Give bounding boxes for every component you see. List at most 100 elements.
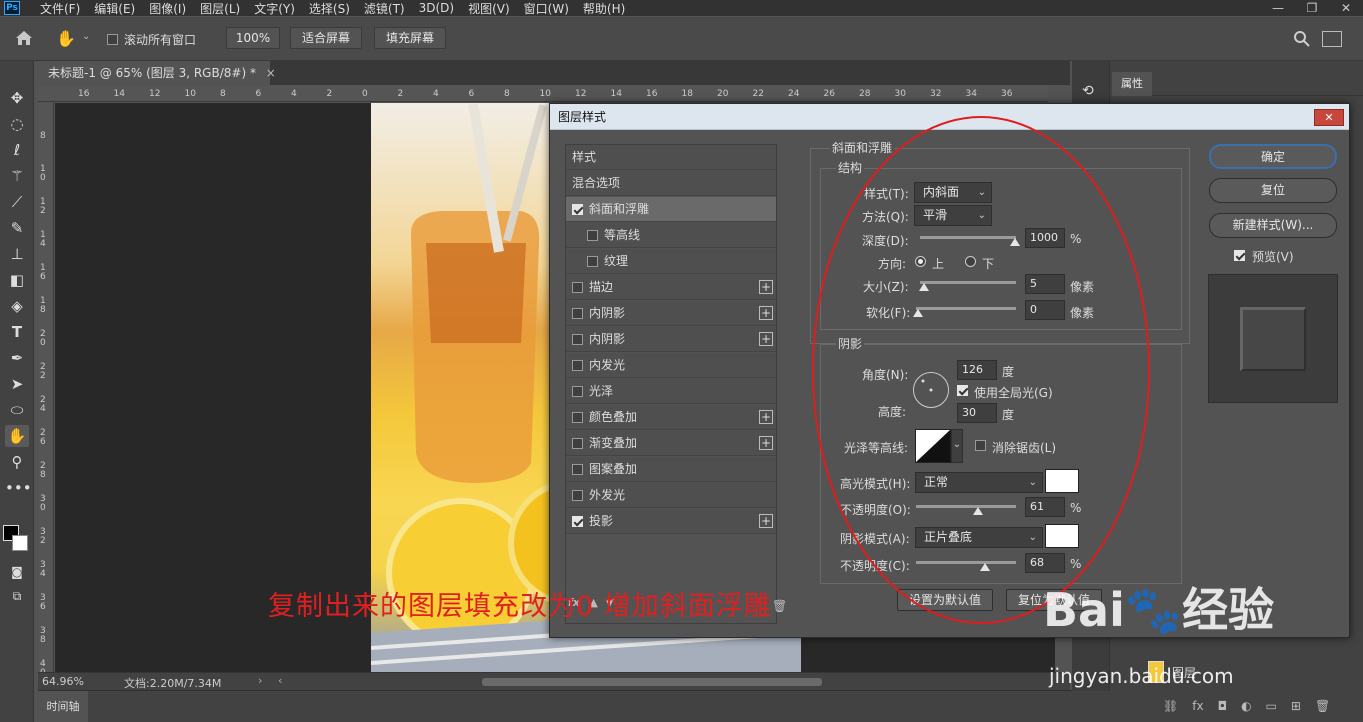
fill-screen-button[interactable]: 填充屏幕 — [374, 27, 446, 49]
menu-filter[interactable]: 滤镜(T) — [364, 0, 405, 17]
style-item-checkbox[interactable] — [572, 308, 583, 319]
menu-window[interactable]: 窗口(W) — [524, 0, 569, 17]
ellipse-tool-icon[interactable]: ⬭ — [5, 399, 29, 421]
mask-icon[interactable]: ◘ — [1218, 699, 1228, 713]
magic-wand-icon[interactable]: ⚚ — [5, 165, 29, 187]
close-tab-icon[interactable]: × — [266, 66, 276, 80]
screen-mode-icon[interactable]: ⧉ — [5, 585, 29, 607]
menu-image[interactable]: 图像(I) — [149, 0, 186, 17]
fx-icon[interactable]: fx — [1192, 699, 1203, 713]
menu-help[interactable]: 帮助(H) — [583, 0, 625, 17]
style-item-checkbox[interactable] — [572, 386, 583, 397]
style-item[interactable]: 渐变叠加 + — [566, 431, 776, 456]
style-item[interactable]: 内发光 — [566, 353, 776, 378]
style-item-checkbox[interactable] — [572, 490, 583, 501]
style-item[interactable]: 等高线 — [566, 223, 776, 248]
add-style-icon[interactable]: + — [759, 410, 773, 424]
delete-style-icon[interactable]: 🗑 — [772, 599, 787, 613]
group-icon[interactable]: ▭ — [1266, 699, 1277, 713]
reset-button[interactable]: 复位 — [1209, 178, 1337, 203]
workspace-icon[interactable] — [1322, 31, 1342, 47]
style-item[interactable]: 内阴影 + — [566, 327, 776, 352]
menu-layer[interactable]: 图层(L) — [200, 0, 240, 17]
new-layer-icon[interactable]: ⊞ — [1291, 699, 1301, 713]
marquee-tool-icon[interactable]: ◌ — [5, 113, 29, 135]
menu-type[interactable]: 文字(Y) — [254, 0, 295, 17]
zoom-level[interactable]: 64.96% — [42, 675, 84, 688]
trash-icon[interactable]: 🗑 — [1315, 699, 1330, 713]
style-item[interactable]: 斜面和浮雕 — [566, 197, 776, 222]
more-tools-icon[interactable]: ••• — [5, 477, 32, 499]
style-item-checkbox[interactable] — [572, 282, 583, 293]
preview-checkbox[interactable] — [1234, 250, 1245, 261]
eraser-tool-icon[interactable]: ◧ — [5, 269, 29, 291]
style-item-checkbox[interactable] — [572, 464, 583, 475]
hand-tool-icon[interactable]: ✋ — [56, 29, 80, 49]
timeline-tab[interactable]: 时间轴 — [38, 691, 88, 722]
new-style-button[interactable]: 新建样式(W)... — [1209, 213, 1337, 238]
history-icon[interactable]: ⟲ — [1082, 83, 1094, 99]
status-bar: 64.96% 文档:2.20M/7.34M › ‹ — [38, 672, 1070, 690]
properties-tab[interactable]: 属性 — [1112, 72, 1152, 96]
move-tool-icon[interactable]: ✥ — [5, 87, 29, 109]
zoom-tool-icon[interactable]: ⚲ — [5, 451, 29, 473]
menu-select[interactable]: 选择(S) — [309, 0, 350, 17]
style-item[interactable]: 颜色叠加 + — [566, 405, 776, 430]
document-tab[interactable]: 未标题-1 @ 65% (图层 3, RGB/8#) * × — [38, 61, 276, 85]
pen-tool-icon[interactable]: ✒ — [5, 347, 29, 369]
style-item[interactable]: 纹理 — [566, 249, 776, 274]
scroll-left-icon[interactable]: ‹ — [278, 674, 282, 687]
add-style-icon[interactable]: + — [759, 514, 773, 528]
adjustment-icon[interactable]: ◐ — [1241, 699, 1251, 713]
style-item[interactable]: 样式 — [566, 145, 776, 170]
style-item-checkbox[interactable] — [572, 412, 583, 423]
style-item-checkbox[interactable] — [572, 204, 583, 215]
dialog-close-button[interactable]: ✕ — [1314, 109, 1344, 126]
hand-tool-icon[interactable]: ✋ — [5, 425, 29, 447]
style-item-checkbox[interactable] — [587, 230, 598, 241]
chevron-down-icon[interactable]: ⌄ — [82, 31, 90, 42]
type-tool-icon[interactable]: T — [5, 321, 29, 343]
lasso-tool-icon[interactable]: ℓ — [5, 139, 29, 161]
ruler-tick-label: 1 2 — [40, 197, 46, 216]
close-button[interactable]: ✕ — [1329, 0, 1363, 16]
eyedropper-icon[interactable]: ⟋ — [5, 191, 29, 213]
minimize-button[interactable]: — — [1261, 0, 1295, 16]
restore-button[interactable]: ❐ — [1295, 0, 1329, 16]
horizontal-scrollbar[interactable] — [482, 678, 822, 686]
style-item[interactable]: 光泽 — [566, 379, 776, 404]
stamp-tool-icon[interactable]: ⊥ — [5, 243, 29, 265]
menu-edit[interactable]: 编辑(E) — [94, 0, 135, 17]
style-item-checkbox[interactable] — [572, 516, 583, 527]
status-chevron-icon[interactable]: › — [258, 674, 262, 687]
quick-mask-icon[interactable]: ◙ — [5, 561, 29, 583]
style-item-checkbox[interactable] — [572, 360, 583, 371]
style-item[interactable]: 外发光 — [566, 483, 776, 508]
style-item[interactable]: 混合选项 — [566, 171, 776, 196]
menu-3d[interactable]: 3D(D) — [419, 1, 454, 15]
home-icon[interactable] — [14, 29, 36, 49]
zoom-100-button[interactable]: 100% — [226, 27, 280, 49]
search-icon[interactable] — [1293, 30, 1311, 48]
add-style-icon[interactable]: + — [759, 436, 773, 450]
path-select-icon[interactable]: ➤ — [5, 373, 29, 395]
style-item-checkbox[interactable] — [572, 334, 583, 345]
paint-bucket-icon[interactable]: ◈ — [5, 295, 29, 317]
fit-screen-button[interactable]: 适合屏幕 — [290, 27, 362, 49]
menu-view[interactable]: 视图(V) — [468, 0, 510, 17]
style-item[interactable]: 描边 + — [566, 275, 776, 300]
style-item-checkbox[interactable] — [572, 438, 583, 449]
scroll-all-checkbox[interactable] — [107, 34, 118, 45]
link-icon[interactable]: ⛓ — [1163, 699, 1178, 713]
style-item[interactable]: 内阴影 + — [566, 301, 776, 326]
add-style-icon[interactable]: + — [759, 280, 773, 294]
style-item[interactable]: 图案叠加 — [566, 457, 776, 482]
background-color-swatch[interactable] — [12, 535, 28, 551]
add-style-icon[interactable]: + — [759, 332, 773, 346]
menu-file[interactable]: 文件(F) — [40, 0, 80, 17]
style-item[interactable]: 投影 + — [566, 509, 776, 534]
add-style-icon[interactable]: + — [759, 306, 773, 320]
brush-tool-icon[interactable]: ✎ — [5, 217, 29, 239]
ok-button[interactable]: 确定 — [1209, 144, 1337, 169]
style-item-checkbox[interactable] — [587, 256, 598, 267]
